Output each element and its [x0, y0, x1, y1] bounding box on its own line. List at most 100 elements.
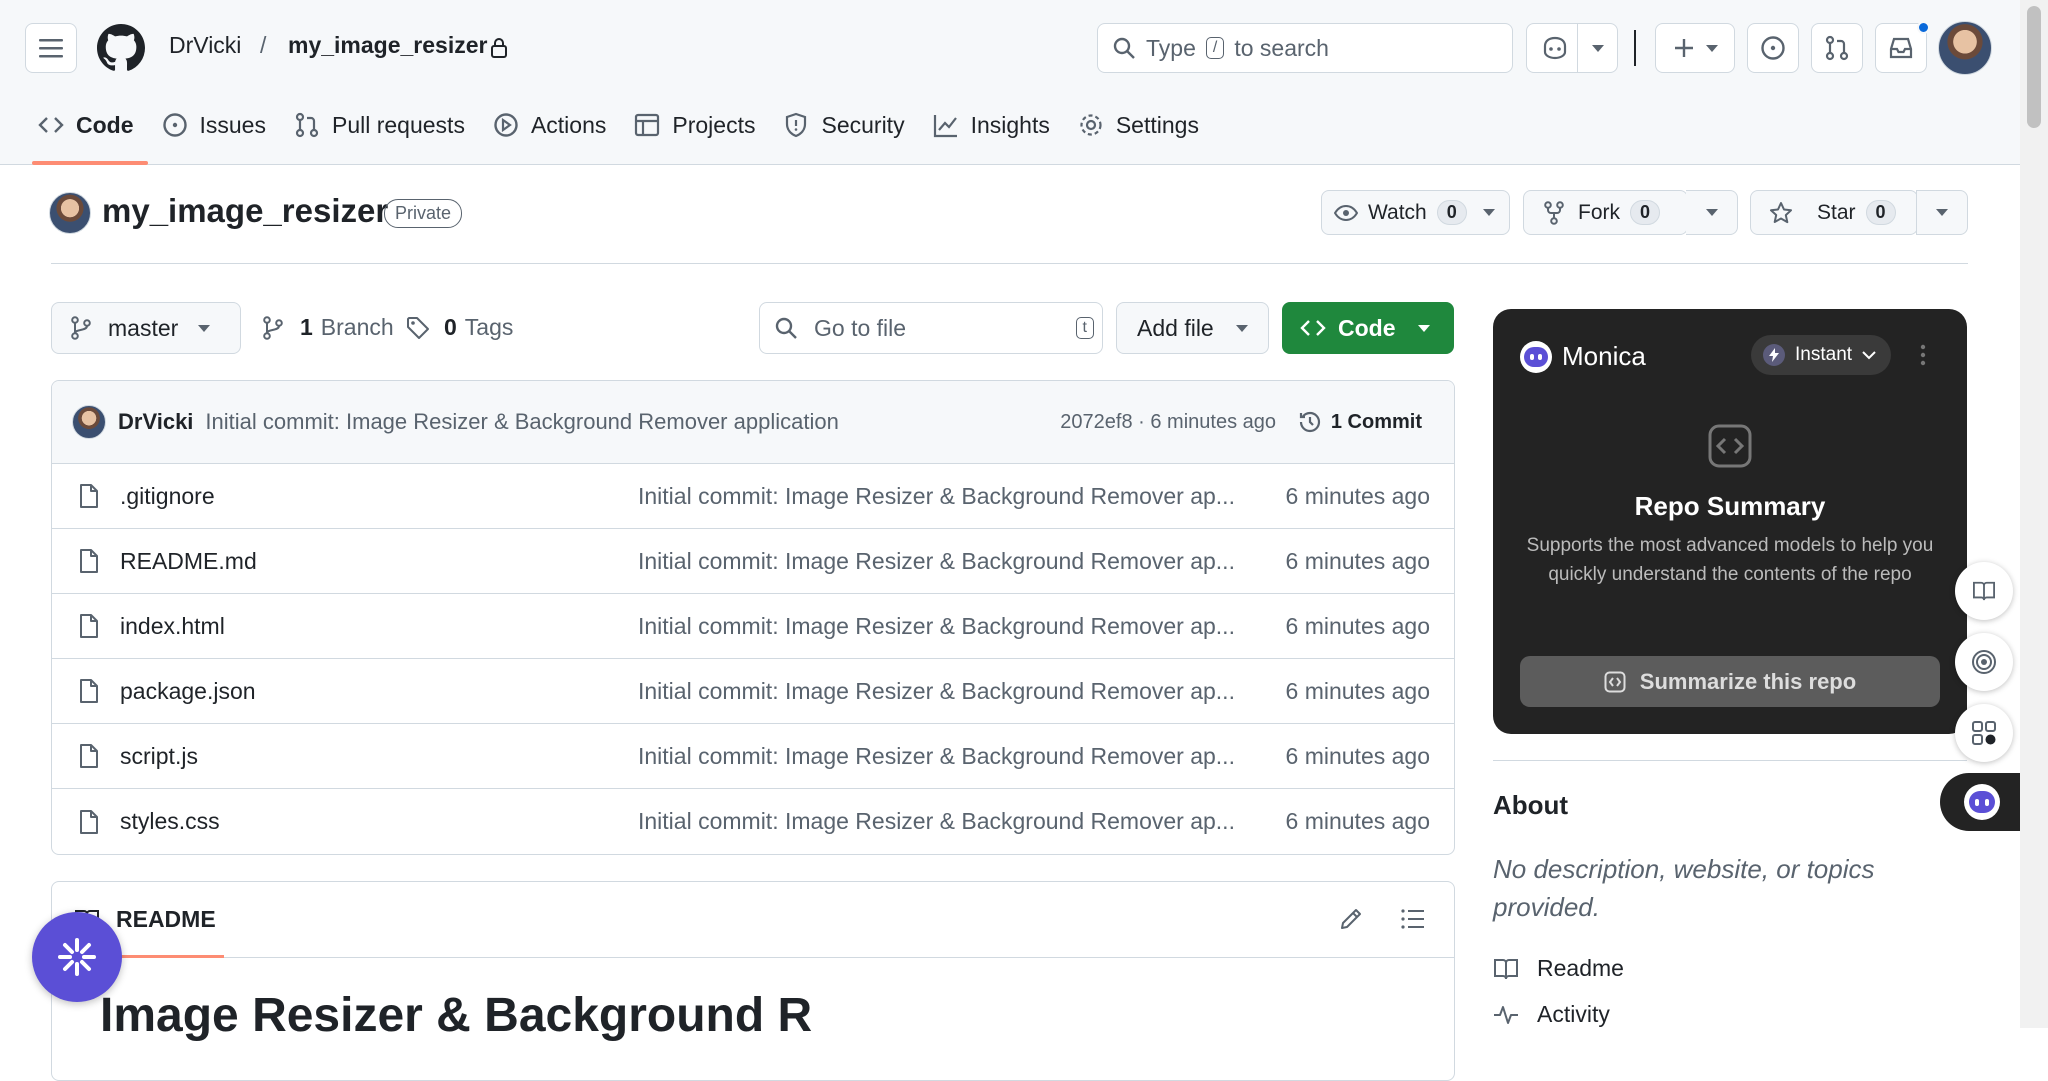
pencil-icon[interactable]	[1338, 906, 1364, 932]
file-name[interactable]: index.html	[120, 613, 225, 640]
fork-menu-button[interactable]	[1686, 190, 1738, 235]
monica-toggle-button[interactable]	[1940, 773, 2020, 831]
file-name[interactable]: package.json	[120, 678, 256, 705]
go-to-file-placeholder: Go to file	[814, 314, 907, 341]
assistant-floating-button[interactable]	[32, 912, 122, 1002]
tab-actions[interactable]: Actions	[479, 104, 620, 165]
file-commit-message[interactable]: Initial commit: Image Resizer & Backgrou…	[638, 678, 1288, 705]
tab-label: Code	[76, 112, 134, 138]
file-row[interactable]: script.js Initial commit: Image Resizer …	[52, 724, 1454, 789]
tab-settings[interactable]: Settings	[1064, 104, 1213, 165]
menu-button[interactable]	[25, 23, 77, 73]
tags-link[interactable]: 0 Tags	[406, 314, 513, 341]
broadcast-float-button[interactable]	[1955, 633, 2013, 691]
copilot-icon	[1541, 36, 1569, 60]
add-file-button[interactable]: Add file	[1116, 302, 1269, 354]
tab-security[interactable]: Security	[769, 104, 918, 165]
page-scrollbar-track[interactable]	[2020, 0, 2048, 1028]
github-logo-icon[interactable]	[97, 24, 145, 72]
search-shortcut-key: /	[1205, 37, 1225, 59]
monica-mode-select[interactable]: Instant	[1751, 335, 1891, 375]
chevron-down-icon[interactable]	[1592, 45, 1604, 52]
file-row[interactable]: README.md Initial commit: Image Resizer …	[52, 529, 1454, 594]
copilot-divider	[1577, 24, 1578, 72]
file-commit-message[interactable]: Initial commit: Image Resizer & Backgrou…	[638, 808, 1288, 835]
repo-title[interactable]: my_image_resizer	[102, 192, 388, 230]
go-to-file-input[interactable]: Go to file t	[759, 302, 1103, 354]
tab-insights[interactable]: Insights	[919, 104, 1064, 165]
monica-description: Supports the most advanced models to hel…	[1526, 535, 1934, 585]
history-icon	[1297, 409, 1323, 435]
tab-issues[interactable]: Issues	[148, 104, 280, 165]
file-commit-message[interactable]: Initial commit: Image Resizer & Backgrou…	[638, 483, 1288, 510]
star-label: Star	[1817, 200, 1856, 224]
file-commit-message[interactable]: Initial commit: Image Resizer & Backgrou…	[638, 548, 1288, 575]
readme-tab[interactable]: README	[116, 906, 216, 933]
tag-count: 0	[444, 314, 457, 340]
page-scrollbar-thumb[interactable]	[2027, 6, 2041, 128]
code-icon	[1300, 315, 1326, 341]
commit-author[interactable]: DrVicki	[118, 409, 193, 435]
file-row[interactable]: package.json Initial commit: Image Resiz…	[52, 659, 1454, 724]
summarize-label: Summarize this repo	[1639, 668, 1857, 694]
create-new-button[interactable]	[1655, 23, 1735, 73]
book-icon	[1493, 957, 1519, 981]
search-icon	[1112, 36, 1136, 60]
file-commit-message[interactable]: Initial commit: Image Resizer & Backgrou…	[638, 743, 1288, 770]
fork-button[interactable]: Fork 0	[1523, 190, 1688, 235]
apps-float-button[interactable]	[1955, 704, 2013, 762]
file-commit-message[interactable]: Initial commit: Image Resizer & Backgrou…	[638, 613, 1288, 640]
commit-message[interactable]: Initial commit: Image Resizer & Backgrou…	[205, 409, 838, 435]
monica-logo-icon	[1964, 784, 2000, 820]
eye-icon	[1334, 204, 1358, 222]
branch-icon	[70, 316, 92, 340]
play-icon	[493, 112, 519, 138]
watch-button[interactable]: Watch 0	[1321, 190, 1510, 235]
header-divider	[1634, 30, 1636, 66]
file-row[interactable]: styles.css Initial commit: Image Resizer…	[52, 789, 1454, 854]
owner-avatar[interactable]	[49, 192, 91, 234]
commits-link[interactable]: 1 Commit	[1297, 409, 1422, 435]
global-search-input[interactable]: Type / to search	[1097, 23, 1513, 73]
pull-requests-button[interactable]	[1811, 23, 1863, 73]
file-name[interactable]: script.js	[120, 743, 198, 770]
chevron-down-icon	[1936, 209, 1948, 216]
branch-select[interactable]: master	[51, 302, 241, 354]
tag-label: Tags	[464, 314, 514, 340]
star-button[interactable]: Star 0	[1750, 190, 1918, 235]
inbox-icon	[1888, 36, 1914, 60]
branch-count: 1	[300, 314, 313, 340]
list-icon[interactable]	[1400, 906, 1426, 932]
breadcrumb-owner[interactable]: DrVicki	[169, 32, 241, 59]
activity-link[interactable]: Activity	[1493, 1001, 1610, 1028]
file-name[interactable]: .gitignore	[120, 483, 215, 510]
tab-code[interactable]: Code	[24, 104, 148, 165]
issues-button[interactable]	[1747, 23, 1799, 73]
commit-author-avatar[interactable]	[72, 405, 106, 439]
readme-link[interactable]: Readme	[1493, 955, 1624, 982]
tab-pull-requests[interactable]: Pull requests	[280, 104, 479, 165]
file-icon	[78, 548, 100, 574]
reader-float-button[interactable]	[1955, 562, 2013, 620]
file-row[interactable]: index.html Initial commit: Image Resizer…	[52, 594, 1454, 659]
readme-link-label: Readme	[1537, 955, 1624, 981]
breadcrumb-repo[interactable]: my_image_resizer	[288, 32, 487, 59]
summarize-button[interactable]: Summarize this repo	[1520, 656, 1940, 707]
commit-sha-time[interactable]: 2072ef8 · 6 minutes ago	[1060, 411, 1276, 434]
tab-projects[interactable]: Projects	[620, 104, 769, 165]
search-prefix: Type	[1146, 34, 1196, 61]
monica-title: Repo Summary	[1634, 491, 1826, 521]
code-button[interactable]: Code	[1282, 302, 1454, 354]
file-row[interactable]: .gitignore Initial commit: Image Resizer…	[52, 464, 1454, 529]
user-avatar[interactable]	[1938, 21, 1992, 75]
file-name[interactable]: README.md	[120, 548, 257, 575]
lightning-icon	[1763, 344, 1785, 366]
branch-name: master	[108, 314, 179, 341]
branch-count-link[interactable]: 1 Branch	[262, 314, 394, 341]
plus-icon	[1672, 36, 1696, 60]
star-menu-button[interactable]	[1916, 190, 1968, 235]
more-icon[interactable]	[1920, 344, 1926, 366]
apps-icon	[1971, 720, 1997, 746]
copilot-button[interactable]	[1526, 23, 1618, 73]
file-name[interactable]: styles.css	[120, 808, 220, 835]
